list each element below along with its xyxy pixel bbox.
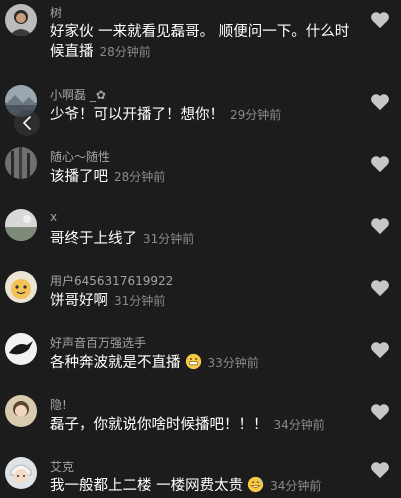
heart-icon xyxy=(371,462,389,479)
sweat-smile-emoji-icon xyxy=(247,476,264,493)
avatar[interactable] xyxy=(5,333,37,365)
grinning-emoji-icon xyxy=(185,353,201,370)
comment-body: 哥终于上线了 xyxy=(50,231,137,247)
person-avatar-icon xyxy=(5,4,37,36)
username[interactable]: 用户6456317619922 xyxy=(50,272,173,289)
comment-body: 各种奔波就是不直播 xyxy=(50,355,181,371)
like-button[interactable] xyxy=(370,341,390,359)
username[interactable]: 小啊磊 _✿ xyxy=(50,86,106,103)
avatar[interactable] xyxy=(5,4,37,36)
like-button[interactable] xyxy=(370,93,390,111)
like-button[interactable] xyxy=(370,155,390,173)
comment-body: 饼哥好啊 xyxy=(50,293,108,309)
timestamp: 34分钟前 xyxy=(270,479,322,493)
comment-body: 该播了吧 xyxy=(50,169,108,185)
heart-icon xyxy=(371,156,389,173)
comment-body: 好家伙 一来就看见磊哥。 顺便问一下。什么时候直播 xyxy=(50,24,350,60)
avatar[interactable] xyxy=(5,457,37,489)
heart-icon xyxy=(371,94,389,111)
comment-text: 好家伙 一来就看见磊哥。 顺便问一下。什么时候直播 28分钟前 xyxy=(50,22,355,62)
comment-item[interactable]: x 哥终于上线了 31分钟前 xyxy=(0,204,401,256)
comment-item[interactable]: 用户6456317619922 饼哥好啊 31分钟前 xyxy=(0,266,401,318)
heart-icon xyxy=(371,280,389,297)
back-button[interactable] xyxy=(14,110,40,136)
username[interactable]: 隐! xyxy=(50,396,67,413)
timestamp: 34分钟前 xyxy=(273,418,325,432)
anime-boy-avatar-icon xyxy=(5,457,37,489)
comment-item[interactable]: 树 好家伙 一来就看见磊哥。 顺便问一下。什么时候直播 28分钟前 xyxy=(0,0,401,62)
comment-text: 少爷！可以开播了！想你！ 29分钟前 xyxy=(50,105,355,125)
comment-text: 饼哥好啊 31分钟前 xyxy=(50,291,355,311)
comment-body: 磊子，你就说你啥时候播吧！！！ xyxy=(50,417,268,433)
comment-item[interactable]: 好声音百万强选手 各种奔波就是不直播 33分钟前 xyxy=(0,328,401,380)
comment-item[interactable]: 随心～随性 该播了吧 28分钟前 xyxy=(0,142,401,194)
timestamp: 31分钟前 xyxy=(114,294,166,308)
anime-avatar-icon xyxy=(5,395,37,427)
timestamp: 33分钟前 xyxy=(207,356,259,370)
username[interactable]: 好声音百万强选手 xyxy=(50,334,146,351)
heart-icon xyxy=(371,342,389,359)
scenery-avatar-icon xyxy=(5,209,37,241)
like-button[interactable] xyxy=(370,403,390,421)
timestamp: 28分钟前 xyxy=(114,170,166,184)
username[interactable]: 随心～随性 xyxy=(50,148,110,165)
timestamp: 31分钟前 xyxy=(143,232,195,246)
heart-icon xyxy=(371,218,389,235)
like-button[interactable] xyxy=(370,461,390,479)
username[interactable]: x xyxy=(50,210,57,224)
heart-icon xyxy=(371,12,389,29)
comment-text: 各种奔波就是不直播 33分钟前 xyxy=(50,353,355,373)
avatar[interactable] xyxy=(5,147,37,179)
heart-icon xyxy=(371,404,389,421)
cartoon-avatar-icon xyxy=(5,271,37,303)
avatar[interactable] xyxy=(5,271,37,303)
bird-avatar-icon xyxy=(5,333,37,365)
like-button[interactable] xyxy=(370,217,390,235)
chevron-left-icon xyxy=(22,116,31,130)
comment-item[interactable]: 隐! 磊子，你就说你啥时候播吧！！！ 34分钟前 xyxy=(0,390,401,442)
comment-text: 我一般都上二楼 一楼网费太贵 34分钟前 xyxy=(50,476,355,496)
timestamp: 28分钟前 xyxy=(99,45,151,59)
comment-text: 哥终于上线了 31分钟前 xyxy=(50,229,355,249)
username[interactable]: 艾克 xyxy=(50,458,74,475)
forest-avatar-icon xyxy=(5,147,37,179)
comment-item[interactable]: 艾克 我一般都上二楼 一楼网费太贵 34分钟前 xyxy=(0,452,401,498)
like-button[interactable] xyxy=(370,279,390,297)
comment-item[interactable]: 小啊磊 _✿ 少爷！可以开播了！想你！ 29分钟前 xyxy=(0,80,401,132)
comment-list: 树 好家伙 一来就看见磊哥。 顺便问一下。什么时候直播 28分钟前 小啊磊 _✿ … xyxy=(0,0,401,498)
avatar[interactable] xyxy=(5,395,37,427)
avatar[interactable] xyxy=(5,209,37,241)
timestamp: 29分钟前 xyxy=(230,108,282,122)
comment-text: 磊子，你就说你啥时候播吧！！！ 34分钟前 xyxy=(50,415,355,435)
like-button[interactable] xyxy=(370,11,390,29)
comment-text: 该播了吧 28分钟前 xyxy=(50,167,355,187)
comment-body: 少爷！可以开播了！想你！ xyxy=(50,107,224,123)
comment-body: 我一般都上二楼 一楼网费太贵 xyxy=(50,478,244,494)
username[interactable]: 树 xyxy=(50,4,62,21)
